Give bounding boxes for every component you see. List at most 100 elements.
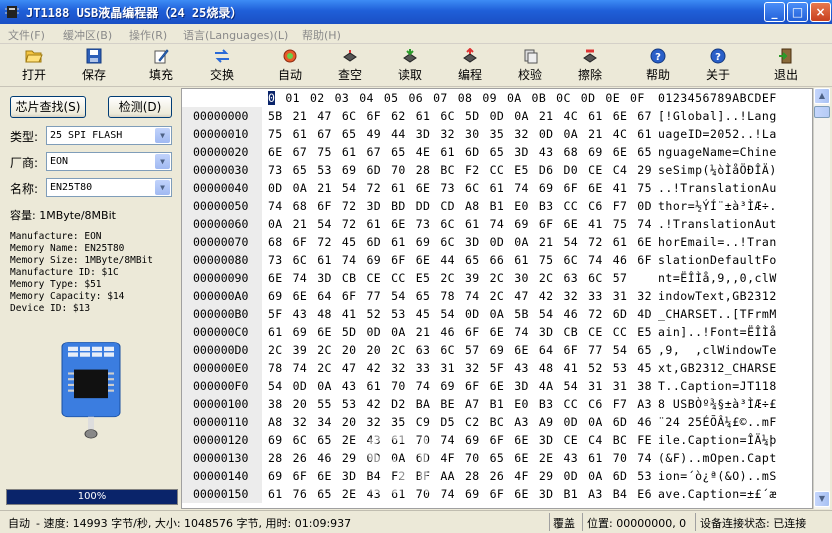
hex-bytes[interactable]: 6E 74 3D CB CE CC E5 2C 39 2C 30 2C 63 6… [268, 269, 627, 287]
menu-buffer[interactable]: 缓冲区(B) [63, 27, 112, 43]
hex-bytes[interactable]: 0D 0A 21 54 72 61 6E 73 6C 61 74 69 6F 6… [268, 179, 652, 197]
table-row[interactable]: 00000060 0A 21 54 72 61 6E 73 6C 61 74 69… [182, 215, 812, 233]
hex-ascii[interactable]: nt=ËÎÌå,9,,0,clW [658, 269, 777, 287]
hex-ascii[interactable]: T..Caption=JT118 [658, 377, 777, 395]
table-row[interactable]: 000000C0 61 69 6E 5D 0D 0A 21 46 6F 6E 74… [182, 323, 812, 341]
menu-languages[interactable]: 语言(Languages)(L) [183, 27, 288, 43]
check-empty-button[interactable]: 查空 [325, 47, 375, 85]
hex-ascii[interactable]: ..!TranslationAu [658, 179, 777, 197]
close-button[interactable]: × [810, 2, 831, 22]
hex-bytes[interactable]: 74 68 6F 72 3D BD DD CD A8 B1 E0 B3 CC C… [268, 197, 652, 215]
hex-bytes[interactable]: 0A 21 54 72 61 6E 73 6C 61 74 69 6F 6E 4… [268, 215, 652, 233]
hex-bytes[interactable]: 61 69 6E 5D 0D 0A 21 46 6F 6E 74 3D CB C… [268, 323, 652, 341]
table-row[interactable]: 00000020 6E 67 75 61 67 65 4E 61 6D 65 3D… [182, 143, 812, 161]
table-row[interactable]: 000000D0 2C 39 2C 20 20 2C 63 6C 57 69 6E… [182, 341, 812, 359]
hex-bytes[interactable]: 69 6C 65 2E 43 61 70 74 69 6F 6E 3D CE C… [268, 431, 652, 449]
hex-bytes[interactable]: 78 74 2C 47 42 32 33 31 32 5F 43 48 41 5… [268, 359, 652, 377]
hex-ascii[interactable]: seSimp(¼òÌåÖÐÎÄ) [658, 161, 777, 179]
hex-bytes[interactable]: 75 61 67 65 49 44 3D 32 30 35 32 0D 0A 2… [268, 125, 652, 143]
program-button[interactable]: 编程 [445, 47, 495, 85]
hex-ascii[interactable]: uageID=2052..!La [658, 125, 777, 143]
hex-bytes[interactable]: 6E 67 75 61 67 65 4E 61 6D 65 3D 43 68 6… [268, 143, 652, 161]
table-row[interactable]: 000000B0 5F 43 48 41 52 53 45 54 0D 0A 5B… [182, 305, 812, 323]
vendor-select[interactable]: EON ▼ [46, 152, 172, 171]
hex-ascii[interactable]: ,9, ,clWindowTe [658, 341, 777, 359]
vertical-scrollbar[interactable]: ▲ ▼ [813, 88, 830, 509]
hex-ascii[interactable]: ion=´ò¿ª(&O)..mS [658, 467, 777, 485]
table-row[interactable]: 00000070 68 6F 72 45 6D 61 69 6C 3D 0D 0A… [182, 233, 812, 251]
fill-button[interactable]: 填充 [136, 47, 186, 85]
erase-button[interactable]: 擦除 [565, 47, 615, 85]
hex-ascii[interactable]: ain]..!Font=ËÎÌå [658, 323, 777, 341]
about-button[interactable]: ? 关于 [693, 47, 743, 85]
hex-ascii[interactable]: _CHARSET..[TFrmM [658, 305, 777, 323]
read-button[interactable]: 读取 [385, 47, 435, 85]
open-button[interactable]: 打开 [9, 47, 59, 85]
hex-ascii[interactable]: (&F)..mOpen.Capt [658, 449, 777, 467]
type-select[interactable]: 25 SPI FLASH ▼ [46, 126, 172, 145]
hex-bytes[interactable]: 69 6E 64 6F 77 54 65 78 74 2C 47 42 32 3… [268, 287, 652, 305]
save-button[interactable]: 保存 [69, 47, 119, 85]
hex-ascii[interactable]: ave.Caption=±£´æ [658, 485, 777, 503]
table-row[interactable]: 00000140 69 6F 6E 3D B4 F2 BF AA 28 26 4F… [182, 467, 812, 485]
hex-bytes[interactable]: 5F 43 48 41 52 53 45 54 0D 0A 5B 54 46 7… [268, 305, 652, 323]
scroll-up-icon[interactable]: ▲ [814, 88, 830, 104]
scroll-down-icon[interactable]: ▼ [814, 491, 830, 507]
hex-ascii[interactable]: nguageName=Chine [658, 143, 777, 161]
hex-bytes[interactable]: 73 6C 61 74 69 6F 6E 44 65 66 61 75 6C 7… [268, 251, 652, 269]
hex-address: 000000E0 [182, 359, 262, 377]
hex-bytes[interactable]: 68 6F 72 45 6D 61 69 6C 3D 0D 0A 21 54 7… [268, 233, 652, 251]
hex-bytes[interactable]: 73 65 53 69 6D 70 28 BC F2 CC E5 D6 D0 C… [268, 161, 652, 179]
table-row[interactable]: 00000120 69 6C 65 2E 43 61 70 74 69 6F 6E… [182, 431, 812, 449]
table-row[interactable]: 00000110 A8 32 34 20 32 35 C9 D5 C2 BC A3… [182, 413, 812, 431]
table-row[interactable]: 00000050 74 68 6F 72 3D BD DD CD A8 B1 E0… [182, 197, 812, 215]
table-row[interactable]: 00000040 0D 0A 21 54 72 61 6E 73 6C 61 74… [182, 179, 812, 197]
hex-ascii[interactable]: xt,GB2312_CHARSE [658, 359, 777, 377]
table-row[interactable]: 000000E0 78 74 2C 47 42 32 33 31 32 5F 43… [182, 359, 812, 377]
table-row[interactable]: 00000000 5B 21 47 6C 6F 62 61 6C 5D 0D 0A… [182, 107, 812, 125]
hex-editor[interactable]: 0 01 02 03 04 05 06 07 08 09 0A 0B 0C 0D… [181, 88, 813, 509]
table-row[interactable]: 000000F0 54 0D 0A 43 61 70 74 69 6F 6E 3D… [182, 377, 812, 395]
table-row[interactable]: 00000030 73 65 53 69 6D 70 28 BC F2 CC E5… [182, 161, 812, 179]
hex-ascii[interactable]: slationDefaultFo [658, 251, 777, 269]
hex-bytes[interactable]: 5B 21 47 6C 6F 62 61 6C 5D 0D 0A 21 4C 6… [268, 107, 652, 125]
hex-ascii[interactable]: .!TranslationAut [658, 215, 777, 233]
exit-button[interactable]: 退出 [761, 47, 811, 85]
hex-ascii[interactable]: horEmail=..!Tran [658, 233, 777, 251]
auto-button[interactable]: 自动 [265, 47, 315, 85]
menu-file[interactable]: 文件(F) [8, 27, 45, 43]
menu-help[interactable]: 帮助(H) [302, 27, 341, 43]
menu-operation[interactable]: 操作(R) [129, 27, 167, 43]
hex-bytes[interactable]: 2C 39 2C 20 20 2C 63 6C 57 69 6E 64 6F 7… [268, 341, 652, 359]
hex-bytes[interactable]: 28 26 46 29 0D 0A 6D 4F 70 65 6E 2E 43 6… [268, 449, 652, 467]
hex-ascii[interactable]: ile.Caption=ÎÄ¼þ [658, 431, 777, 449]
find-chip-button[interactable]: 芯片查找(S) [10, 96, 86, 118]
hex-bytes[interactable]: 54 0D 0A 43 61 70 74 69 6F 6E 3D 4A 54 3… [268, 377, 652, 395]
hex-bytes[interactable]: 61 76 65 2E 43 61 70 74 69 6F 6E 3D B1 A… [268, 485, 652, 503]
hex-bytes[interactable]: A8 32 34 20 32 35 C9 D5 C2 BC A3 A9 0D 0… [268, 413, 652, 431]
hex-ascii[interactable]: 8 USBÒº¾§±à³ÌÆ÷£ [658, 395, 777, 413]
hex-ascii[interactable]: [!Global]..!Lang [658, 107, 777, 125]
swap-button[interactable]: 交换 [197, 47, 247, 85]
hex-ascii[interactable]: ¨24 25ÉÕÂ¼£©..mF [658, 413, 777, 431]
hex-ascii[interactable]: indowText,GB2312 [658, 287, 777, 305]
table-row[interactable]: 00000010 75 61 67 65 49 44 3D 32 30 35 32… [182, 125, 812, 143]
title-bar[interactable]: JT1188 USB液晶编程器（24 25烧录） _ □ × [0, 0, 832, 24]
hex-ascii[interactable]: thor=½ÝÍ¨±à³ÌÆ÷. [658, 197, 777, 215]
hex-bytes[interactable]: 38 20 55 53 42 D2 BA BE A7 B1 E0 B3 CC C… [268, 395, 652, 413]
verify-button[interactable]: 校验 [505, 47, 555, 85]
help-button[interactable]: ? 帮助 [633, 47, 683, 85]
table-row[interactable]: 00000150 61 76 65 2E 43 61 70 74 69 6F 6E… [182, 485, 812, 503]
detect-button[interactable]: 检测(D) [108, 96, 172, 118]
scroll-thumb[interactable] [814, 106, 830, 118]
table-row[interactable]: 00000100 38 20 55 53 42 D2 BA BE A7 B1 E0… [182, 395, 812, 413]
table-row[interactable]: 00000130 28 26 46 29 0D 0A 6D 4F 70 65 6E… [182, 449, 812, 467]
swap-arrows-icon [215, 49, 229, 63]
table-row[interactable]: 000000A0 69 6E 64 6F 77 54 65 78 74 2C 47… [182, 287, 812, 305]
maximize-button[interactable]: □ [787, 2, 808, 22]
table-row[interactable]: 00000080 73 6C 61 74 69 6F 6E 44 65 66 61… [182, 251, 812, 269]
name-select[interactable]: EN25T80 ▼ [46, 178, 172, 197]
table-row[interactable]: 00000090 6E 74 3D CB CE CC E5 2C 39 2C 30… [182, 269, 812, 287]
minimize-button[interactable]: _ [764, 2, 785, 22]
hex-bytes[interactable]: 69 6F 6E 3D B4 F2 BF AA 28 26 4F 29 0D 0… [268, 467, 652, 485]
